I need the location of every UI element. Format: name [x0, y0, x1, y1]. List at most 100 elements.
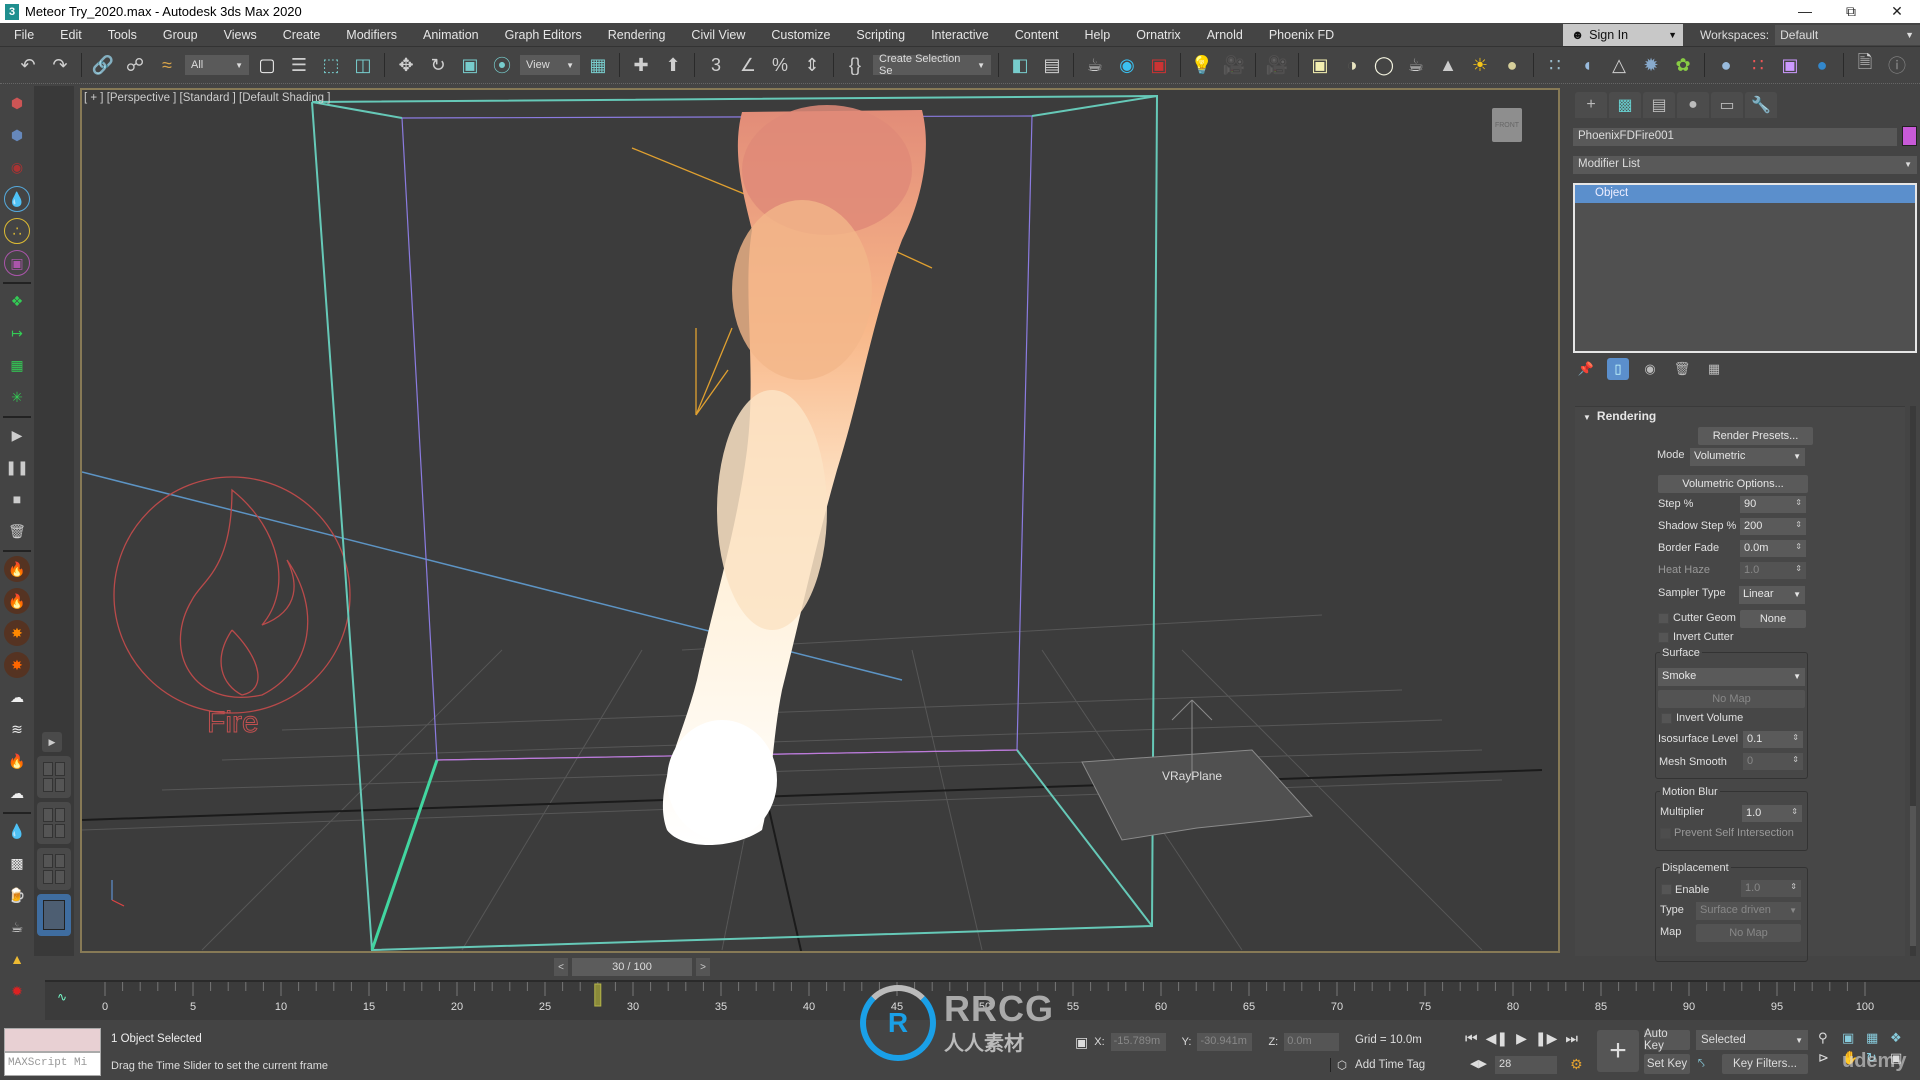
mirror-icon[interactable]: ◧: [1006, 51, 1034, 79]
isosurface-level-spinner[interactable]: 0.1 ⇕: [1743, 731, 1803, 748]
particles-icon[interactable]: ∴: [4, 218, 30, 244]
menu-phoenix-fd[interactable]: Phoenix FD: [1255, 28, 1346, 42]
maxscript-input[interactable]: MAXScript Mi: [4, 1052, 101, 1076]
key-tangent-icon[interactable]: ⤣: [1698, 1056, 1705, 1071]
angle-snap-icon[interactable]: ∠: [734, 51, 762, 79]
move-icon[interactable]: ✥: [392, 51, 420, 79]
bind-spacewarp-icon[interactable]: ≈: [153, 51, 181, 79]
modifier-stack[interactable]: Object: [1573, 183, 1917, 353]
menu-modifiers[interactable]: Modifiers: [332, 28, 409, 42]
teapot-icon[interactable]: ☕: [1402, 51, 1430, 79]
liquid-grid-icon[interactable]: ⬢: [4, 122, 30, 148]
menu-group[interactable]: Group: [149, 28, 210, 42]
menu-civil-view[interactable]: Civil View: [677, 28, 757, 42]
rect-selection-icon[interactable]: ⬚: [317, 51, 345, 79]
go-to-start-icon[interactable]: ⏮: [1465, 1030, 1478, 1047]
render-setup-icon[interactable]: ☕: [1081, 51, 1109, 79]
curve-editor-icon[interactable]: ∿: [57, 990, 67, 1004]
volumetric-options-button[interactable]: Volumetric Options...: [1658, 475, 1808, 493]
cutter-geom-pick-button[interactable]: None: [1740, 610, 1806, 628]
menu-arnold[interactable]: Arnold: [1193, 28, 1255, 42]
coffee-preset-icon[interactable]: ☕: [4, 914, 30, 940]
burst-icon[interactable]: ✳: [4, 384, 30, 410]
menu-file[interactable]: File: [0, 28, 46, 42]
align-icon[interactable]: ▤: [1038, 51, 1066, 79]
modifier-list-dropdown[interactable]: Modifier List ▼: [1573, 156, 1917, 174]
displacement-enable-checkbox[interactable]: [1661, 884, 1672, 895]
fire-preset-2-icon[interactable]: 🔥: [4, 588, 30, 614]
menu-animation[interactable]: Animation: [409, 28, 491, 42]
foam-icon[interactable]: ▣: [4, 250, 30, 276]
configure-modifier-sets-icon[interactable]: ▦: [1703, 358, 1725, 380]
color-palette-icon[interactable]: ∷: [1744, 51, 1772, 79]
set-key-button[interactable]: Set Key: [1644, 1054, 1690, 1074]
auto-key-button[interactable]: Auto Key: [1644, 1028, 1690, 1052]
menu-graph-editors[interactable]: Graph Editors: [491, 28, 594, 42]
fire-preset-icon[interactable]: 🔥: [4, 556, 30, 582]
material-icon[interactable]: ◖: [1573, 51, 1601, 79]
menu-edit[interactable]: Edit: [46, 28, 94, 42]
explosion-preset-2-icon[interactable]: ✸: [4, 652, 30, 678]
fire-smoke-grid-icon[interactable]: ⬢: [4, 90, 30, 116]
modify-tab-icon[interactable]: ▩: [1609, 92, 1641, 118]
menu-help[interactable]: Help: [1071, 28, 1123, 42]
vray-plane-light-icon[interactable]: ▣: [1306, 51, 1334, 79]
prev-frame-button[interactable]: <: [554, 958, 568, 976]
menu-views[interactable]: Views: [210, 28, 269, 42]
make-unique-icon[interactable]: ◉: [1639, 358, 1661, 380]
fur-icon[interactable]: ✹: [1637, 51, 1665, 79]
dome-light-icon[interactable]: ◑: [1338, 51, 1366, 79]
honey-preset-icon[interactable]: ▲: [4, 946, 30, 972]
flow-icon[interactable]: ↦: [4, 320, 30, 346]
displacement-map-button[interactable]: No Map: [1696, 924, 1801, 942]
doc-icon[interactable]: 🗎: [1851, 51, 1879, 79]
rollout-title[interactable]: ▼ Rendering: [1583, 409, 1656, 423]
select-manipulate-icon[interactable]: ✚: [627, 51, 655, 79]
viewport-layout-4[interactable]: [37, 756, 71, 798]
scrollbar-thumb[interactable]: [1910, 806, 1916, 946]
current-frame-spinner[interactable]: 28: [1495, 1056, 1557, 1074]
border-fade-spinner[interactable]: 0.0m ⇕: [1740, 540, 1806, 557]
camera-icon[interactable]: 🎥: [1220, 51, 1248, 79]
surface-map-button[interactable]: No Map: [1658, 690, 1805, 708]
play-icon[interactable]: ▶: [1516, 1030, 1527, 1047]
restore-button[interactable]: ⧉: [1828, 3, 1874, 20]
zoom-all-icon[interactable]: ▣: [1842, 1030, 1864, 1046]
selection-filter-dropdown[interactable]: All ▼: [185, 55, 249, 75]
viewport-layout-single[interactable]: [37, 894, 71, 936]
snap-3d-icon[interactable]: 3: [702, 51, 730, 79]
cone-icon[interactable]: ▲: [1434, 51, 1462, 79]
show-end-result-icon[interactable]: ▯: [1607, 358, 1629, 380]
pause-icon[interactable]: ❚❚: [4, 454, 30, 480]
menu-rendering[interactable]: Rendering: [594, 28, 678, 42]
blood-preset-icon[interactable]: ✹: [4, 978, 30, 1004]
sampler-type-dropdown[interactable]: Linear ▼: [1739, 586, 1805, 604]
viewport-label[interactable]: [ + ] [Perspective ] [Standard ] [Defaul…: [84, 92, 330, 104]
multiplier-spinner[interactable]: 1.0 ⇕: [1742, 805, 1802, 822]
create-tab-icon[interactable]: +: [1575, 92, 1607, 118]
minimize-button[interactable]: —: [1782, 3, 1828, 20]
object-name-field[interactable]: PhoenixFDFire001: [1573, 128, 1897, 146]
sphere-icon[interactable]: ●: [1498, 51, 1526, 79]
zoom-extents-icon[interactable]: ▦: [1866, 1030, 1888, 1046]
viewport-layout-4c[interactable]: [37, 848, 71, 890]
window-crossing-icon[interactable]: ◫: [349, 51, 377, 79]
rotate-icon[interactable]: ↻: [424, 51, 452, 79]
water-drop-icon[interactable]: 💧: [4, 186, 30, 212]
hierarchy-tab-icon[interactable]: ▤: [1643, 92, 1675, 118]
y-coordinate-field[interactable]: -30.941m: [1197, 1033, 1253, 1051]
sphere-light-icon[interactable]: ◯: [1370, 51, 1398, 79]
candle-icon[interactable]: 🔥: [4, 748, 30, 774]
percent-snap-icon[interactable]: %: [766, 51, 794, 79]
explosion-preset-icon[interactable]: ✸: [4, 620, 30, 646]
named-selection-dropdown[interactable]: Create Selection Se ▼: [873, 53, 991, 77]
select-object-icon[interactable]: ▢: [253, 51, 281, 79]
viewport-layout-4b[interactable]: [37, 802, 71, 844]
set-keys-button[interactable]: +: [1597, 1030, 1639, 1072]
previous-frame-icon[interactable]: ◀❚: [1486, 1030, 1509, 1047]
track-bar[interactable]: ∿ 0 5 10 15 20 25 30 35 40 45 50 55 60 65 70 75 80 85 90 95…: [45, 980, 1920, 1020]
source-icon[interactable]: ❖: [4, 288, 30, 314]
viewcube[interactable]: FRONT: [1492, 108, 1522, 142]
menu-content[interactable]: Content: [1001, 28, 1071, 42]
beer-preset-icon[interactable]: 🍺: [4, 882, 30, 908]
